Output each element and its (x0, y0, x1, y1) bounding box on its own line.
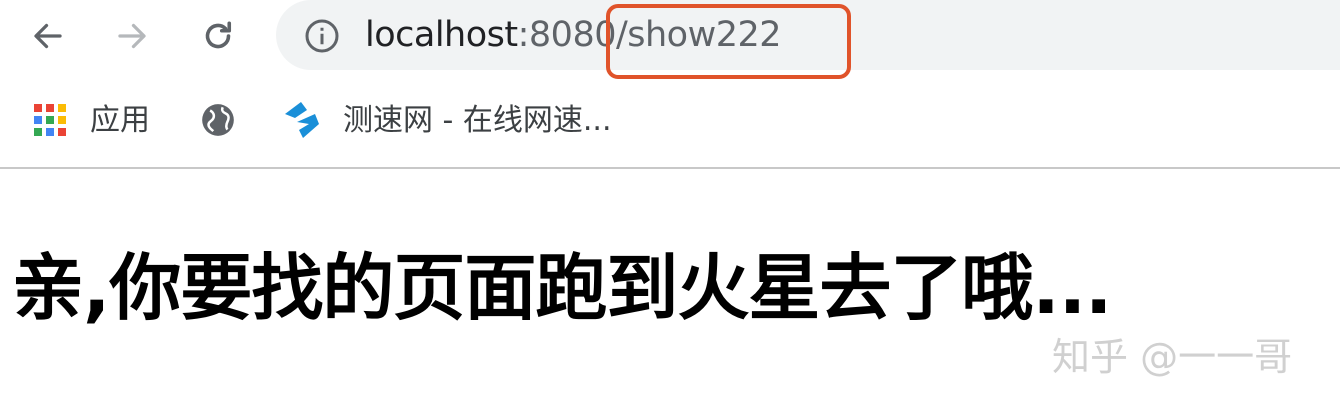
url-host: localhost (365, 15, 518, 55)
toolbar-divider (0, 167, 1340, 169)
watermark: 知乎 @一一哥 (1052, 335, 1293, 379)
url-highlight-annotation (606, 4, 851, 79)
bookmark-apps-label[interactable]: 应用 (90, 101, 150, 141)
reload-button[interactable] (196, 14, 240, 58)
reload-icon (205, 21, 232, 49)
speedtest-logo-icon[interactable] (281, 100, 323, 140)
forward-button[interactable] (110, 14, 154, 58)
back-button[interactable] (26, 14, 70, 58)
page-heading: 亲,你要找的页面跑到火星去了哦... (12, 246, 1112, 330)
globe-icon[interactable] (199, 101, 237, 139)
info-icon[interactable] (304, 18, 340, 54)
apps-grid-icon[interactable] (32, 102, 68, 138)
arrow-left-icon (34, 23, 62, 49)
bookmark-speedtest-label[interactable]: 测速网 - 在线网速... (343, 101, 612, 141)
arrow-right-icon (118, 23, 146, 49)
